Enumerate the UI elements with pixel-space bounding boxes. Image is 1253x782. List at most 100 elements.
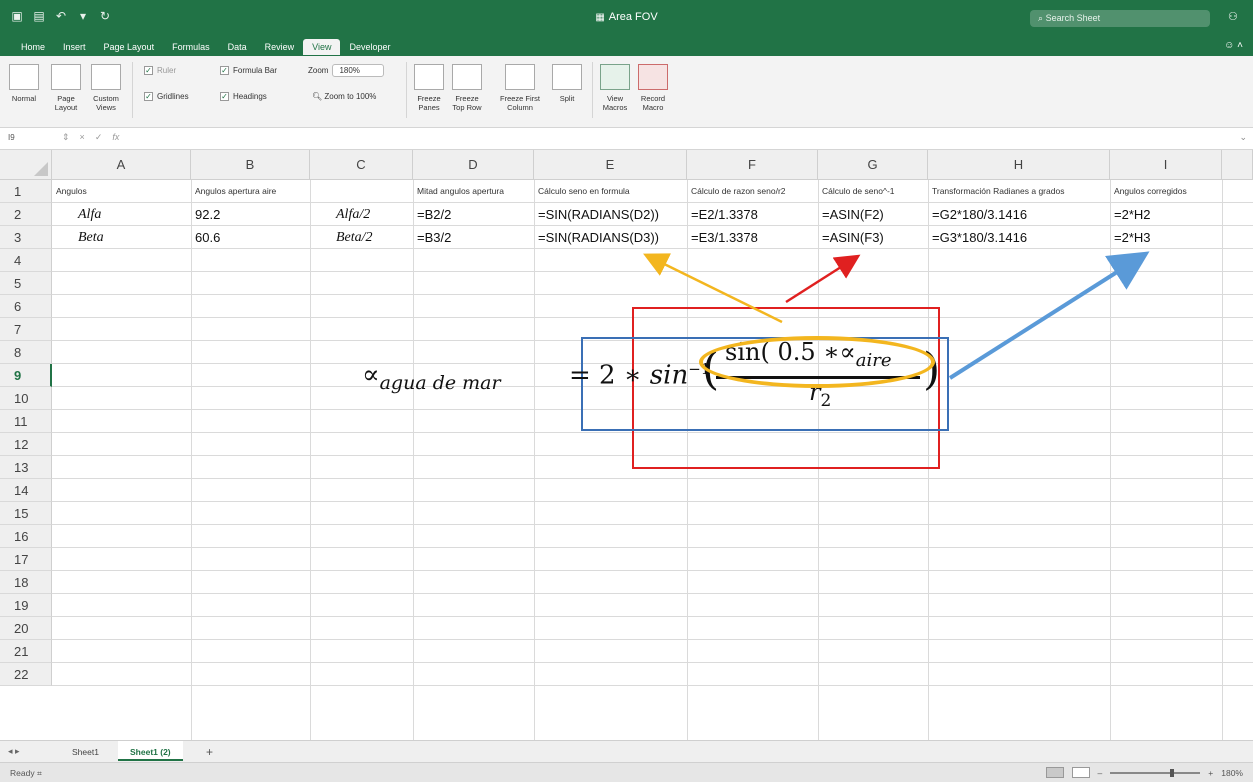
row-header-14[interactable]: 14 [0,479,52,502]
cell-e3[interactable]: =SIN(RADIANS(D3)) [534,226,687,249]
cell-c2[interactable]: Alfa/2 [310,203,413,226]
cell-e2[interactable]: =SIN(RADIANS(D2)) [534,203,687,226]
custom-views-button[interactable]: Custom Views [88,64,124,112]
row-header-15[interactable]: 15 [0,502,52,525]
column-header-h[interactable]: H [928,150,1110,180]
confirm-icon[interactable]: ✓ [95,132,103,143]
cell-f1[interactable]: Cálculo de razon seno/r2 [687,180,818,203]
row-header-7[interactable]: 7 [0,318,52,341]
row-header-19[interactable]: 19 [0,594,52,617]
zoom-in-icon[interactable]: + [1208,768,1213,778]
split-button[interactable]: Split [550,64,584,103]
cell-h2[interactable]: =G2*180/3.1416 [928,203,1110,226]
cell-g3[interactable]: =ASIN(F3) [818,226,928,249]
row-header-10[interactable]: 10 [0,387,52,410]
cell-f2[interactable]: =E2/1.3378 [687,203,818,226]
row-header-8[interactable]: 8 [0,341,52,364]
name-box[interactable]: I9 [8,133,15,142]
spreadsheet-grid[interactable]: A B C D E F G H I 1 2 3 4 5 6 7 8 9 10 11 12 13 14 15 16 17 18 19 20… [0,150,1253,740]
zoom-to-100-button[interactable]: 🔍︎ Zoom to 100% [312,92,376,101]
ruler-checkbox[interactable]: ✓ Ruler [144,66,176,75]
page-layout-view-toggle[interactable] [1071,767,1090,778]
row-header-9[interactable]: 9 [0,364,52,387]
row-header-2[interactable]: 2 [0,203,52,226]
cancel-icon[interactable]: × [80,132,85,143]
tab-developer[interactable]: Developer [340,39,399,55]
cell-g1[interactable]: Cálculo de seno^-1 [818,180,928,203]
add-sheet-button[interactable]: + [206,745,213,759]
row-header-3[interactable]: 3 [0,226,52,249]
cell-f3[interactable]: =E3/1.3378 [687,226,818,249]
cell-b3[interactable]: 60.6 [191,226,310,249]
column-header-f[interactable]: F [687,150,818,180]
select-all-corner[interactable] [0,150,52,180]
row-header-22[interactable]: 22 [0,663,52,686]
cell-i1[interactable]: Angulos corregidos [1110,180,1222,203]
column-header-b[interactable]: B [191,150,310,180]
row-header-1[interactable]: 1 [0,180,52,203]
cell-c3[interactable]: Beta/2 [310,226,413,249]
normal-view-button[interactable]: Normal [6,64,42,103]
tab-review[interactable]: Review [256,39,304,55]
page-layout-view-button[interactable]: Page Layout [48,64,84,112]
zoom-slider[interactable] [1110,768,1201,777]
row-header-11[interactable]: 11 [0,410,52,433]
column-header-j[interactable] [1222,150,1253,180]
cell-h1[interactable]: Transformación Radianes a grados [928,180,1110,203]
row-header-21[interactable]: 21 [0,640,52,663]
macro-record-icon[interactable]: ⌗ [37,768,42,778]
sheet-tab[interactable]: Sheet1 [60,741,111,761]
column-header-c[interactable]: C [310,150,413,180]
cell-d1[interactable]: Mitad angulos apertura [413,180,534,203]
headings-checkbox[interactable]: ✓ Headings [220,92,267,101]
cell-a1[interactable]: Angulos [52,180,191,203]
column-header-i[interactable]: I [1110,150,1222,180]
record-macro-button[interactable]: Record Macro [636,64,670,112]
tab-home[interactable]: Home [12,39,54,55]
cell-d2[interactable]: =B2/2 [413,203,534,226]
row-header-13[interactable]: 13 [0,456,52,479]
row-header-5[interactable]: 5 [0,272,52,295]
sheet-tab-active[interactable]: Sheet1 (2) [118,741,183,761]
column-header-g[interactable]: G [818,150,928,180]
tab-view[interactable]: View [303,39,341,55]
column-header-a[interactable]: A [52,150,191,180]
row-header-18[interactable]: 18 [0,571,52,594]
cell-b1[interactable]: Angulos apertura aire [191,180,310,203]
row-header-12[interactable]: 12 [0,433,52,456]
row-header-20[interactable]: 20 [0,617,52,640]
tab-data[interactable]: Data [219,39,256,55]
row-header-16[interactable]: 16 [0,525,52,548]
cell-a3[interactable]: Beta [52,226,191,249]
row-header-17[interactable]: 17 [0,548,52,571]
freeze-first-column-button[interactable]: Freeze First Column [492,64,548,112]
gridlines-checkbox[interactable]: ✓ Gridlines [144,92,189,101]
cell-e1[interactable]: Cálculo seno en formula [534,180,687,203]
share-icon[interactable]: ⚇ [1228,10,1238,23]
zoom-out-icon[interactable]: – [1098,768,1103,778]
smiley-feedback-icon[interactable]: ☺ ˄ [1224,40,1243,51]
formula-bar-checkbox[interactable]: ✓ Formula Bar [220,66,277,75]
search-sheet-input[interactable]: ⌕ Search Sheet [1030,10,1210,27]
zoom-select[interactable]: 180% [332,64,385,77]
normal-view-toggle[interactable] [1045,767,1064,778]
cell-b2[interactable]: 92.2 [191,203,310,226]
view-macros-button[interactable]: View Macros [598,64,632,112]
cell-a2[interactable]: Alfa [52,203,191,226]
stepper-icon[interactable]: ⇕ [62,132,70,143]
column-header-d[interactable]: D [413,150,534,180]
tab-insert[interactable]: Insert [54,39,95,55]
cell-d3[interactable]: =B3/2 [413,226,534,249]
expand-formula-bar-icon[interactable]: ⌄ [1239,132,1247,143]
column-header-e[interactable]: E [534,150,687,180]
cell-i3[interactable]: =2*H3 [1110,226,1222,249]
freeze-panes-button[interactable]: Freeze Panes [412,64,446,112]
tab-formulas[interactable]: Formulas [163,39,219,55]
sheet-nav-arrows[interactable]: ◂ ▸ [8,746,20,757]
row-header-4[interactable]: 4 [0,249,52,272]
cell-g2[interactable]: =ASIN(F2) [818,203,928,226]
fx-icon[interactable]: fx [112,132,119,143]
cell-i2[interactable]: =2*H2 [1110,203,1222,226]
tab-page-layout[interactable]: Page Layout [95,39,164,55]
freeze-top-row-button[interactable]: Freeze Top Row [450,64,484,112]
